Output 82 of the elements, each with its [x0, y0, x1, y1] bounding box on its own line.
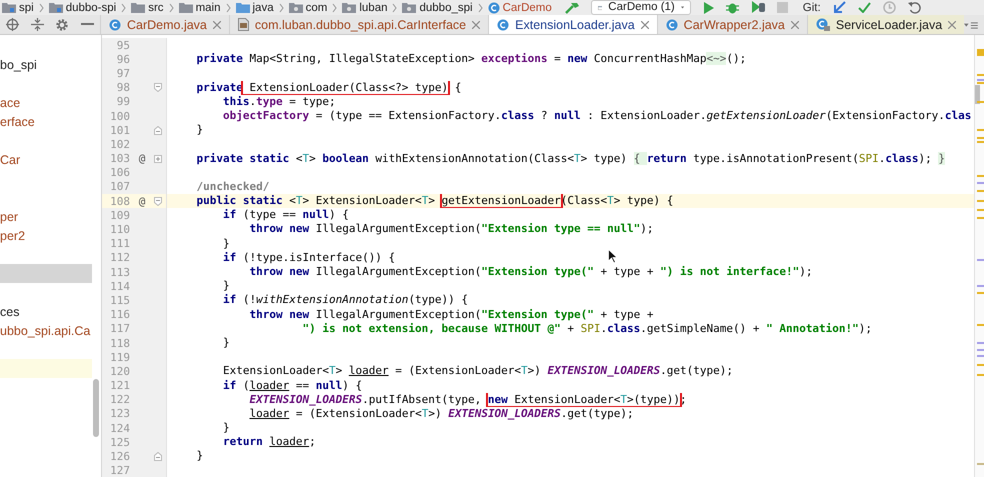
tree-item[interactable]: erface	[0, 114, 35, 128]
breadcrumb-item[interactable]: src	[148, 0, 164, 14]
tree-item[interactable]: Car	[0, 152, 20, 166]
breadcrumb-item[interactable]: dubbo_spi	[419, 0, 473, 14]
editor-tab[interactable]: com.luban.dubbo_spi.api.CarInterface	[228, 15, 488, 34]
line-number: 113	[109, 266, 130, 279]
breadcrumb-item[interactable]: spi	[19, 0, 34, 14]
gutter-mark[interactable]: @	[138, 194, 146, 208]
breadcrumb-item[interactable]: main	[196, 0, 220, 14]
editor-tab[interactable]: CarWrapper2.java	[656, 15, 807, 34]
run-configuration-dropdown[interactable]: CarDemo (1)	[590, 0, 691, 15]
tree-item[interactable]: ubbo_spi.api.Ca	[0, 324, 90, 338]
line-number: 106	[109, 166, 130, 180]
line-number: 120	[109, 364, 130, 378]
code-line: throw new IllegalArgumentException("Extension type(" + type +	[248, 308, 654, 322]
line-number: 100	[109, 110, 130, 123]
code-line: throw new IllegalArgumentException("Extension type == null");	[248, 222, 654, 237]
line-number: 115	[109, 294, 130, 307]
line-number: 95	[116, 38, 130, 52]
editor-tab[interactable]: CarDemo.java	[100, 15, 229, 34]
line-number: 97	[116, 66, 130, 80]
line-number: 112	[109, 251, 130, 264]
code-line: loader = (ExtensionLoader<T>) EXTENSION_LOADERS.get(type);	[248, 406, 634, 422]
code-line: if (type == null) {	[222, 208, 349, 222]
line-number: 116	[109, 308, 130, 322]
gutter-mark[interactable]: @	[138, 152, 146, 166]
tree-item[interactable]: per	[0, 210, 18, 224]
code-line: if (loader == null) {	[222, 378, 362, 393]
line-number: 111	[109, 237, 130, 250]
code-line: }	[222, 236, 230, 251]
line-number: 119	[109, 350, 130, 364]
editor-tab[interactable]: ServiceLoader.java	[806, 15, 964, 34]
line-number: 96	[116, 52, 130, 66]
code-line: }	[196, 123, 204, 138]
code-line: objectFactory = (type == ExtensionFactory.class ? null : ExtensionLoader.getExtensionLoader(ExtensionFactory.clas	[222, 108, 972, 124]
breadcrumb-item[interactable]: java	[252, 0, 274, 14]
breadcrumb-item[interactable]: dubbo-spi	[66, 0, 116, 14]
line-number: 103	[109, 152, 130, 166]
code-line: }	[196, 449, 204, 464]
line-number: 118	[109, 336, 130, 350]
line-number: 108	[109, 194, 130, 208]
line-number: 121	[109, 379, 130, 392]
line-number: 107	[109, 180, 130, 194]
line-number: 101	[109, 124, 130, 137]
tree-item[interactable]: bo_spi	[0, 58, 37, 72]
code-line: /unchecked/	[196, 180, 270, 194]
line-number: 110	[109, 223, 130, 236]
code-line: public static <T> ExtensionLoader<T> getExtensionLoader(Class<T> type) {	[196, 194, 674, 208]
code-line: throw new IllegalArgumentException("Extension type(" + type + ") is not interface!");	[248, 265, 812, 280]
code-line: }	[222, 279, 230, 294]
code-line: private static <T> boolean withExtensionAnnotation(Class<T> type) { return type.isAnnotationPresent(SPI.class); }	[196, 152, 945, 166]
code-line: private Map<String, IllegalStateException> exceptions = new ConcurrentHashMap<~>();	[196, 52, 746, 66]
line-number: 123	[109, 407, 130, 420]
code-line: private ExtensionLoader(Class<?> type) {	[196, 80, 462, 95]
code-line: this.type = type;	[222, 94, 336, 109]
breadcrumb-item[interactable]: luban	[359, 0, 388, 14]
code-line: return loader;	[222, 435, 316, 450]
line-number: 127	[109, 464, 130, 477]
line-number: 114	[109, 280, 130, 293]
code-line: if (!withExtensionAnnotation(type)) {	[222, 293, 468, 308]
code-line: if (!type.isInterface()) {	[222, 250, 396, 265]
tree-item[interactable]: ace	[0, 96, 20, 110]
line-number: 125	[109, 436, 130, 449]
breadcrumb-item[interactable]: com	[306, 0, 328, 14]
line-number: 122	[109, 393, 130, 406]
line-number: 124	[109, 422, 130, 435]
line-number: 99	[116, 95, 130, 108]
code-line: }	[222, 336, 230, 350]
line-number: 109	[109, 208, 130, 222]
editor-tab[interactable]: ExtensionLoader.java	[488, 15, 657, 34]
line-number: 117	[109, 322, 130, 336]
tree-item[interactable]: ces	[0, 304, 20, 318]
code-line: }	[222, 421, 230, 436]
code-line: ExtensionLoader<T> loader = (ExtensionLoader<T>) EXTENSION_LOADERS.get(type);	[222, 364, 733, 378]
breadcrumb-item[interactable]: CarDemo	[502, 0, 552, 14]
line-number: 98	[116, 81, 130, 94]
vcs-label: Git:	[802, 0, 821, 14]
line-number: 102	[109, 138, 130, 151]
line-number: 126	[109, 450, 130, 464]
code-line: ") is not extension, because WITHOUT @" + SPI.class.getSimpleName() + " Annotation!");	[301, 322, 872, 336]
tree-item[interactable]: per2	[0, 228, 26, 242]
code-line: EXTENSION_LOADERS.putIfAbsent(type, new ExtensionLoader<T>(type));	[248, 392, 687, 407]
